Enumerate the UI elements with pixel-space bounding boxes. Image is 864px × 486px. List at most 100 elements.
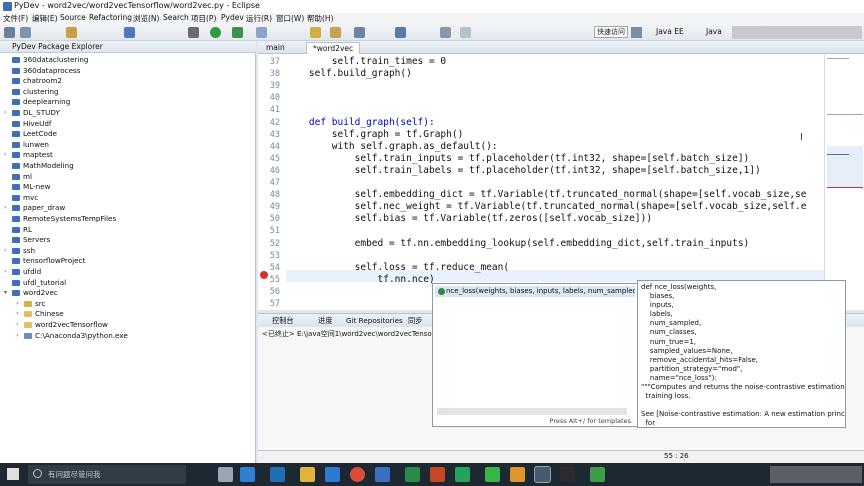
menu-window[interactable]: 窗口(W): [276, 13, 304, 24]
edge-icon[interactable]: [240, 467, 255, 482]
project-folder-icon: [12, 131, 20, 138]
code-line[interactable]: self.loss = tf.reduce_mean(: [286, 262, 824, 274]
expand-arrow-icon[interactable]: ›: [4, 151, 6, 158]
pydev-icon[interactable]: [124, 27, 135, 38]
tab-progress[interactable]: 进度: [318, 316, 332, 326]
search-tool-icon[interactable]: [330, 27, 341, 38]
code-line[interactable]: [286, 92, 824, 104]
project-folder-icon: [12, 173, 20, 180]
expand-arrow-icon[interactable]: ›: [16, 321, 18, 328]
package-explorer-header: PyDev Package Explorer: [0, 41, 256, 53]
run-icon[interactable]: [210, 27, 221, 38]
code-line[interactable]: self.bias = tf.Variable(tf.zeros([self.v…: [286, 213, 824, 225]
perspective-java-ee[interactable]: Java EE: [656, 27, 684, 36]
line-number: 50: [269, 214, 280, 225]
app-green2-icon[interactable]: [590, 467, 605, 482]
eclipse-taskbar-icon[interactable]: [534, 466, 551, 483]
code-line[interactable]: [286, 225, 824, 237]
chrome-icon[interactable]: [350, 467, 365, 482]
tab-main[interactable]: main: [260, 42, 291, 54]
code-line[interactable]: [286, 80, 824, 92]
wechat-icon[interactable]: [455, 467, 470, 482]
menu-refactoring[interactable]: Refactoring: [89, 13, 132, 22]
status-bar: [258, 450, 864, 463]
perspective-java[interactable]: Java: [706, 27, 722, 36]
project-folder-icon: [24, 332, 32, 339]
expand-arrow-icon[interactable]: ›: [16, 332, 18, 339]
windows-start-icon[interactable]: [7, 468, 19, 480]
run-config-icon[interactable]: [232, 27, 243, 38]
code-line[interactable]: with self.graph.as_default():: [286, 141, 824, 153]
expand-arrow-icon[interactable]: ›: [4, 268, 6, 275]
pin-icon[interactable]: [354, 27, 365, 38]
project-folder-icon: [12, 279, 20, 286]
code-line[interactable]: def build_graph(self):: [286, 117, 824, 129]
taskbar-search[interactable]: 有问题尽管问我: [28, 465, 186, 484]
tab-git-repositories[interactable]: Git Repositories: [346, 316, 403, 325]
file-explorer-icon[interactable]: [300, 467, 315, 482]
function-icon: [438, 288, 445, 295]
menu-navigate[interactable]: 浏览(N): [133, 13, 159, 24]
tree-item-label: RL: [23, 224, 32, 234]
tab-word2vec[interactable]: *word2vec: [306, 42, 361, 54]
error-marker-icon: [260, 271, 268, 279]
store-icon[interactable]: [325, 467, 340, 482]
code-line[interactable]: embed = tf.nn.embedding_lookup(self.embe…: [286, 238, 824, 250]
tree-item-label: maptest: [23, 150, 53, 160]
expand-arrow-icon[interactable]: ▾: [4, 289, 7, 296]
open-type-icon[interactable]: [310, 27, 321, 38]
annotation-icon[interactable]: [395, 27, 406, 38]
new-icon[interactable]: [4, 27, 15, 38]
code-line[interactable]: self.train_inputs = tf.placeholder(tf.in…: [286, 153, 824, 165]
save-icon[interactable]: [20, 27, 31, 38]
terminal-icon[interactable]: [560, 467, 575, 482]
tree-item-label: tensorflowProject: [23, 256, 86, 266]
menu-run[interactable]: 运行(R): [246, 13, 272, 24]
menu-source[interactable]: Source: [60, 13, 86, 22]
powerpoint-icon[interactable]: [430, 467, 445, 482]
menu-file[interactable]: 文件(F): [3, 13, 28, 24]
open-perspective-icon[interactable]: [631, 27, 642, 38]
tree-item-label: Chinese: [35, 309, 64, 319]
code-line[interactable]: [286, 177, 824, 189]
expand-arrow-icon[interactable]: ›: [16, 310, 18, 317]
tree-item-label: HiveUdf: [23, 118, 52, 128]
folder-icon[interactable]: [66, 27, 77, 38]
autocomplete-scrollbar[interactable]: [437, 408, 627, 415]
app-orange-icon[interactable]: [510, 467, 525, 482]
code-line[interactable]: self.train_labels = tf.placeholder(tf.in…: [286, 165, 824, 177]
tab-sync[interactable]: 同步: [408, 316, 422, 326]
expand-arrow-icon[interactable]: ›: [4, 204, 6, 211]
app-green-icon[interactable]: [485, 467, 500, 482]
debug-icon[interactable]: [188, 27, 199, 38]
code-line[interactable]: self.embedding_dict = tf.Variable(tf.tru…: [286, 189, 824, 201]
excel-icon[interactable]: [405, 467, 420, 482]
code-line[interactable]: self.graph = tf.Graph(): [286, 129, 824, 141]
back-icon[interactable]: [440, 27, 451, 38]
cortana-icon: [33, 469, 42, 478]
code-line[interactable]: [286, 250, 824, 262]
quick-access-input[interactable]: 快速访问: [594, 26, 628, 38]
word-icon[interactable]: [375, 467, 390, 482]
code-line[interactable]: self.nec_weight = tf.Variable(tf.truncat…: [286, 201, 824, 213]
tree-item-label: DL_STUDY: [23, 108, 60, 117]
task-view-icon[interactable]: [218, 467, 233, 482]
line-number: 45: [269, 153, 280, 164]
autocomplete-item[interactable]: nce_loss(weights, biases, inputs, labels…: [435, 286, 635, 297]
tree-item-label: 360dataclustering: [23, 55, 89, 64]
menu-search[interactable]: Search: [163, 13, 189, 22]
external-tools-icon[interactable]: [256, 27, 267, 38]
tab-console[interactable]: 控制台: [272, 316, 294, 326]
code-line[interactable]: self.train_times = 0: [286, 56, 824, 68]
expand-arrow-icon[interactable]: ›: [16, 300, 18, 307]
expand-arrow-icon[interactable]: ›: [4, 109, 6, 116]
expand-arrow-icon[interactable]: ›: [4, 247, 6, 254]
forward-icon[interactable]: [460, 27, 471, 38]
ie-icon[interactable]: [270, 467, 285, 482]
menu-project[interactable]: 项目(P): [191, 13, 216, 24]
code-line[interactable]: self.build_graph(): [286, 68, 824, 80]
menu-pydev[interactable]: Pydev: [221, 13, 244, 22]
menu-help[interactable]: 帮助(H): [307, 13, 334, 24]
menu-edit[interactable]: 编辑(E): [32, 13, 58, 24]
code-line[interactable]: [286, 104, 824, 116]
